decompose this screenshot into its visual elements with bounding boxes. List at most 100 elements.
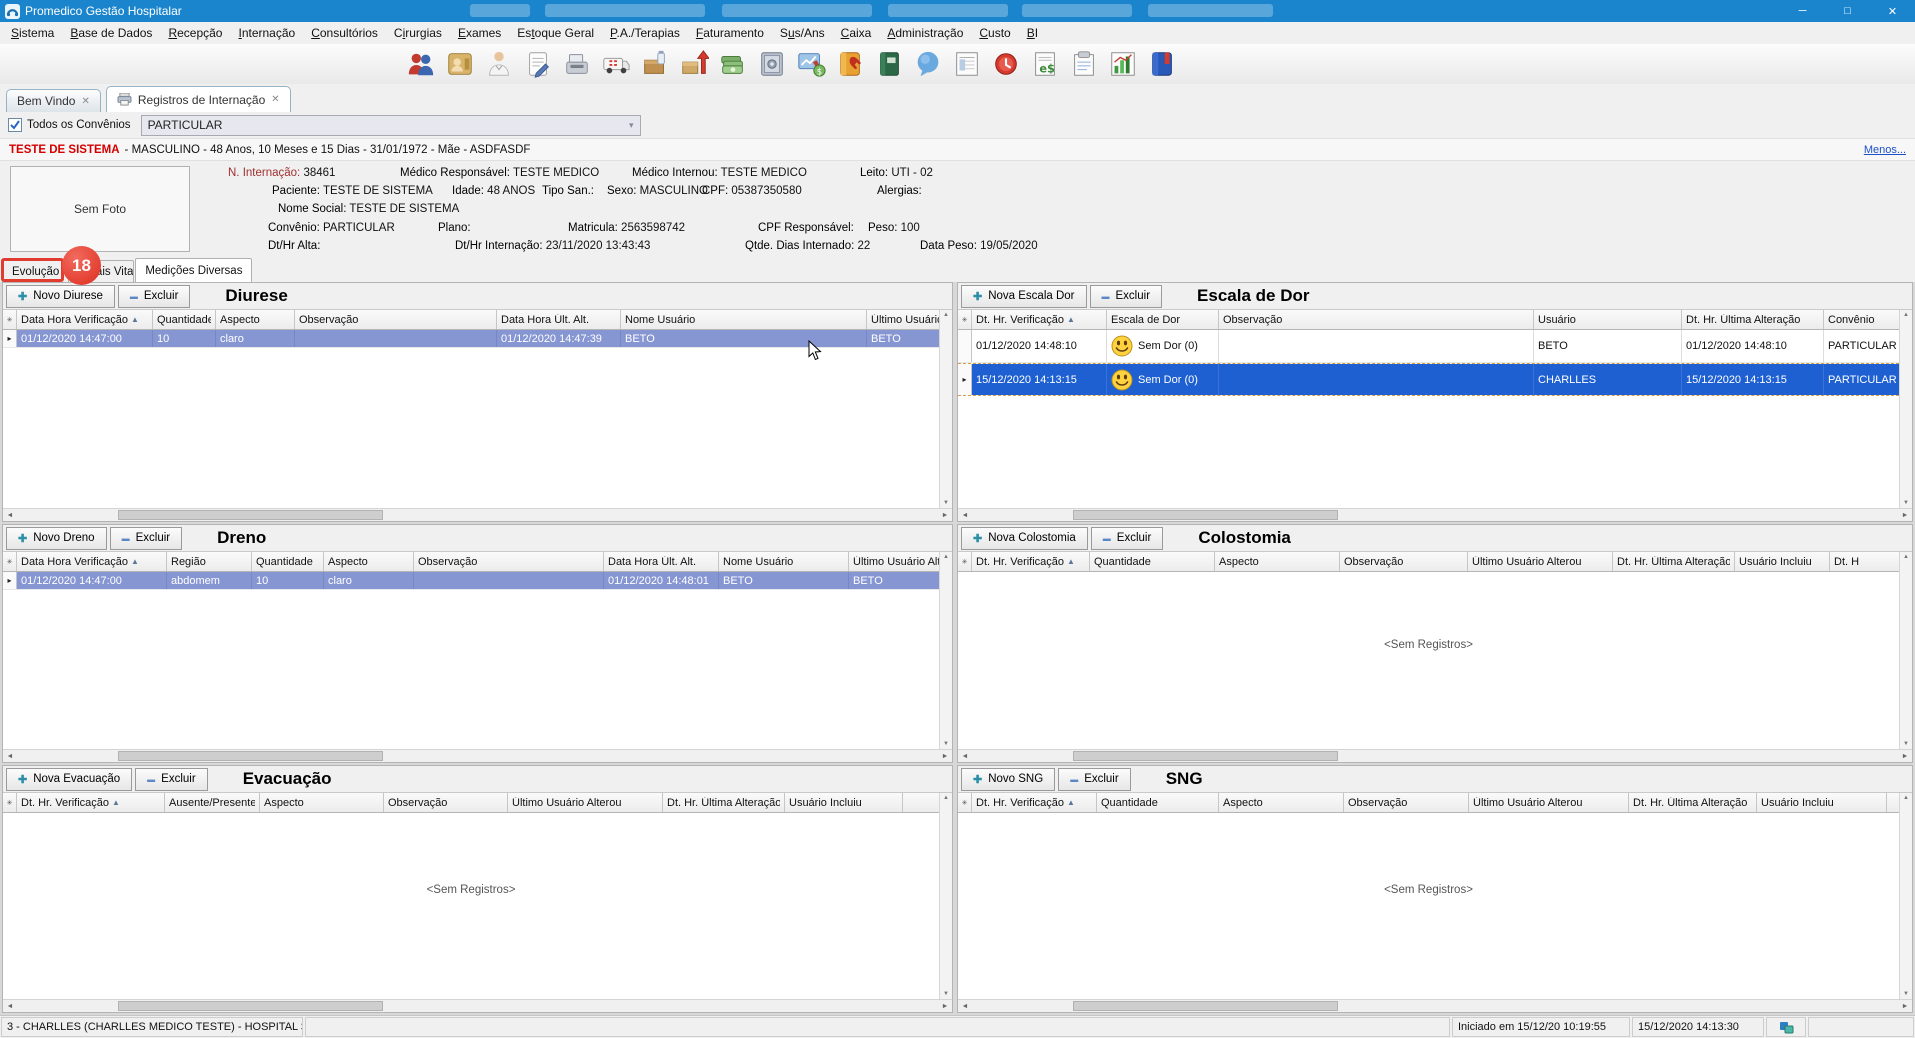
doctor-icon[interactable] [482, 48, 515, 81]
scroll-down-icon[interactable]: ▼ [943, 500, 949, 506]
cash-register-icon[interactable] [560, 48, 593, 81]
sng-new-button[interactable]: ✚Novo SNG [961, 768, 1055, 791]
scroll-up-icon[interactable]: ▲ [943, 554, 949, 560]
sng-col-aspecto[interactable]: Aspecto [1219, 793, 1344, 812]
menu-cirurgias[interactable]: Cirurgias [386, 24, 450, 42]
menu-recep-o[interactable]: Recepção [160, 24, 230, 42]
scrollbar-thumb[interactable] [118, 1001, 383, 1011]
colostomia-col-usu-rio-incluiu[interactable]: Usuário Incluiu [1735, 552, 1830, 571]
evacuacao-col--ltimo-usu-rio-alterou[interactable]: Último Usuário Alterou [508, 793, 663, 812]
power-clock-icon[interactable] [989, 48, 1022, 81]
convenio-combobox[interactable]: PARTICULAR ▾ [141, 115, 641, 136]
sng-col-quantidade[interactable]: Quantidade [1097, 793, 1219, 812]
menu-base-de-dados[interactable]: Base de Dados [62, 24, 160, 42]
scroll-right-icon[interactable]: ► [1898, 1003, 1912, 1010]
phonebook-icon[interactable] [833, 48, 866, 81]
diurese-vscrollbar[interactable]: ▲▼ [939, 310, 952, 508]
colostomia-col--ltimo-usu-rio-alterou[interactable]: Último Usuário Alterou [1468, 552, 1613, 571]
evacuacao-col-ausente-presente[interactable]: Ausente/Presente [165, 793, 260, 812]
sng-col-dt-hr-verifica-o[interactable]: Dt. Hr. Verificação▲ [972, 793, 1097, 812]
scroll-right-icon[interactable]: ► [938, 753, 952, 760]
escala-de-dor-row[interactable]: 01/12/2020 14:48:10Sem Dor (0)BETO01/12/… [958, 330, 1899, 363]
dreno-col-nome-usu-rio[interactable]: Nome Usuário [719, 552, 849, 571]
finance-chart-icon[interactable]: $ [794, 48, 827, 81]
scroll-down-icon[interactable]: ▼ [943, 741, 949, 747]
scroll-right-icon[interactable]: ► [938, 512, 952, 519]
colostomia-col-dt-hr-verifica-o[interactable]: Dt. Hr. Verificação▲ [972, 552, 1090, 571]
escala-de-dor-col-conv-nio[interactable]: Convênio [1824, 310, 1899, 329]
evacuacao-vscrollbar[interactable]: ▲▼ [939, 793, 952, 999]
evacuacao-delete-button[interactable]: ▬Excluir [135, 768, 208, 791]
evacuacao-col-dt-hr-ltima-altera-o[interactable]: Dt. Hr. Última Alteração [663, 793, 785, 812]
dreno-delete-button[interactable]: ▬Excluir [110, 527, 183, 550]
evacuacao-col-dt-hr-verifica-o[interactable]: Dt. Hr. Verificação▲ [17, 793, 165, 812]
sng-hscrollbar[interactable]: ◄► [958, 999, 1912, 1012]
evacuacao-col-usu-rio-incluiu[interactable]: Usuário Incluiu [785, 793, 903, 812]
chat-icon[interactable] [911, 48, 944, 81]
sng-col-dt-hr-ltima-altera-o[interactable]: Dt. Hr. Última Alteração [1629, 793, 1757, 812]
diurese-row[interactable]: ▸01/12/2020 14:47:0010claro01/12/2020 14… [3, 330, 939, 348]
prescription-icon[interactable] [521, 48, 554, 81]
scrollbar-thumb[interactable] [118, 751, 383, 761]
supplies-box-icon[interactable] [638, 48, 671, 81]
safe-icon[interactable] [755, 48, 788, 81]
diurese-col-aspecto[interactable]: Aspecto [216, 310, 295, 329]
colostomia-delete-button[interactable]: ▬Excluir [1091, 527, 1164, 550]
diurese-col--ltimo-usu-rio-alterou[interactable]: Último Usuário Alterou [867, 310, 939, 329]
sng-vscrollbar[interactable]: ▲▼ [1899, 793, 1912, 999]
notes-icon[interactable] [1067, 48, 1100, 81]
bi-book-icon[interactable] [1145, 48, 1178, 81]
ledger-icon[interactable] [872, 48, 905, 81]
scroll-up-icon[interactable]: ▲ [943, 795, 949, 801]
close-icon[interactable]: ✕ [81, 96, 89, 107]
colostomia-vscrollbar[interactable]: ▲▼ [1899, 552, 1912, 749]
scroll-left-icon[interactable]: ◄ [958, 753, 972, 760]
report-icon[interactable] [950, 48, 983, 81]
escala-de-dor-row[interactable]: ▸15/12/2020 14:13:15Sem Dor (0)CHARLLES1… [958, 363, 1899, 396]
dreno-col-data-hora-lt-alt-[interactable]: Data Hora Últ. Alt. [604, 552, 719, 571]
tab-registros-de-internacao[interactable]: Registros de Internação ✕ [106, 86, 291, 112]
scroll-right-icon[interactable]: ► [1898, 753, 1912, 760]
diurese-hscrollbar[interactable]: ◄► [3, 508, 952, 521]
evacuacao-hscrollbar[interactable]: ◄► [3, 999, 952, 1012]
menu-faturamento[interactable]: Faturamento [688, 24, 772, 42]
scroll-left-icon[interactable]: ◄ [3, 512, 17, 519]
dreno-col-observa-o[interactable]: Observação [414, 552, 604, 571]
menu-caixa[interactable]: Caixa [833, 24, 880, 42]
scroll-down-icon[interactable]: ▼ [1903, 741, 1909, 747]
evacuacao-new-button[interactable]: ✚Nova Evacuação [6, 768, 132, 791]
escala-de-dor-hscrollbar[interactable]: ◄► [958, 508, 1912, 521]
ambulance-icon[interactable] [599, 48, 632, 81]
scroll-left-icon[interactable]: ◄ [958, 1003, 972, 1010]
sng-col--ltimo-usu-rio-alterou[interactable]: Último Usuário Alterou [1469, 793, 1629, 812]
scrollbar-thumb[interactable] [1073, 510, 1338, 520]
menu-estoque-geral[interactable]: Estoque Geral [509, 24, 602, 42]
scroll-left-icon[interactable]: ◄ [3, 1003, 17, 1010]
diurese-col-observa-o[interactable]: Observação [295, 310, 497, 329]
colostomia-hscrollbar[interactable]: ◄► [958, 749, 1912, 762]
evacuacao-col-observa-o[interactable]: Observação [384, 793, 508, 812]
scrollbar-thumb[interactable] [1073, 751, 1338, 761]
escala-de-dor-delete-button[interactable]: ▬Excluir [1090, 285, 1163, 308]
scroll-up-icon[interactable]: ▲ [943, 312, 949, 318]
diurese-col-data-hora-verifica-o[interactable]: Data Hora Verificação▲ [17, 310, 153, 329]
money-bundle-icon[interactable] [716, 48, 749, 81]
subtab-evolucao[interactable]: Evolução [2, 260, 69, 282]
scroll-left-icon[interactable]: ◄ [958, 512, 972, 519]
colostomia-col-dt-h[interactable]: Dt. H [1830, 552, 1899, 571]
diurese-new-button[interactable]: ✚Novo Diurese [6, 285, 115, 308]
stats-icon[interactable] [1106, 48, 1139, 81]
dreno-col--ltimo-usu-rio-alterou[interactable]: Último Usuário Alterou [849, 552, 939, 571]
scroll-down-icon[interactable]: ▼ [1903, 500, 1909, 506]
dreno-col-aspecto[interactable]: Aspecto [324, 552, 414, 571]
colostomia-col-observa-o[interactable]: Observação [1340, 552, 1468, 571]
sng-delete-button[interactable]: ▬Excluir [1058, 768, 1131, 791]
maximize-button[interactable]: □ [1825, 0, 1870, 22]
menu-consult-rios[interactable]: Consultórios [303, 24, 386, 42]
colostomia-col-quantidade[interactable]: Quantidade [1090, 552, 1215, 571]
close-button[interactable]: ✕ [1870, 0, 1915, 22]
diurese-col-data-hora-lt-alt-[interactable]: Data Hora Últ. Alt. [497, 310, 621, 329]
menu-p-a-terapias[interactable]: P.A./Terapias [602, 24, 688, 42]
tab-bem-vindo[interactable]: Bem Vindo ✕ [6, 89, 101, 112]
colostomia-col-aspecto[interactable]: Aspecto [1215, 552, 1340, 571]
